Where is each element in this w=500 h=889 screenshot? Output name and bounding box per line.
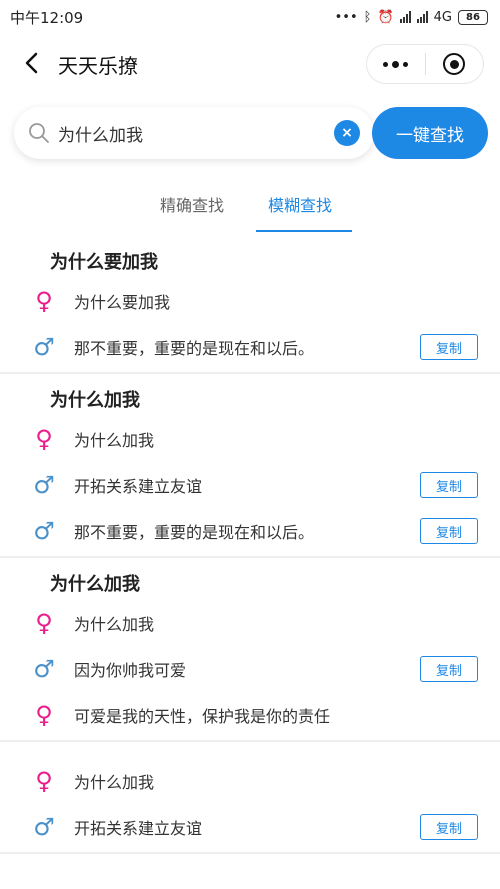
- copy-button[interactable]: 复制: [420, 334, 478, 360]
- tab-exact-search[interactable]: 精确查找: [160, 192, 224, 216]
- result-group: 为什么加我 ♀ 为什么加我 ♂ 因为你帅我可爱 复制 ♀ 可爱是我的天性，保护我…: [0, 558, 500, 742]
- male-icon: ♂: [33, 655, 55, 683]
- active-tab-indicator: [256, 230, 352, 232]
- status-bar: 中午12:09 ••• ᛒ ⏰ 4G 86: [0, 0, 500, 34]
- copy-button[interactable]: 复制: [420, 472, 478, 498]
- more-dots-icon: [383, 60, 409, 68]
- back-arrow-icon[interactable]: [18, 50, 44, 76]
- dialog-line: ♂ 那不重要，重要的是现在和以后。 复制: [0, 324, 500, 370]
- tab-fuzzy-search[interactable]: 模糊查找: [268, 192, 332, 216]
- alarm-icon: ⏰: [377, 9, 394, 25]
- result-group-title: 为什么要加我: [50, 252, 158, 273]
- battery-icon: 86: [458, 9, 488, 25]
- dialog-line: ♂ 开拓关系建立友谊 复制: [0, 804, 500, 850]
- page-title: 天天乐撩: [58, 54, 138, 78]
- female-icon: ♀: [35, 701, 53, 729]
- dialog-line: ♀ 为什么加我: [0, 758, 500, 804]
- search-icon: [29, 123, 49, 143]
- more-menu-button[interactable]: [367, 45, 425, 83]
- status-time: 中午12:09: [10, 8, 84, 27]
- female-icon: ♀: [35, 425, 53, 453]
- dialog-line-text: 可爱是我的天性，保护我是你的责任: [74, 707, 331, 726]
- dialog-line: ♂ 因为你帅我可爱 复制: [0, 646, 500, 692]
- nav-bar: 天天乐撩: [0, 34, 500, 94]
- copy-button[interactable]: 复制: [420, 518, 478, 544]
- dialog-line-text: 开拓关系建立友谊: [74, 819, 203, 838]
- result-group: ♀ 为什么加我 ♂ 开拓关系建立友谊 复制: [0, 742, 500, 854]
- female-icon: ♀: [35, 609, 53, 637]
- dialog-line: ♀ 为什么加我: [0, 600, 500, 646]
- clear-icon[interactable]: ×: [334, 120, 360, 146]
- dialog-line: ♂ 那不重要，重要的是现在和以后。 复制: [0, 508, 500, 554]
- signal-icon-2: [416, 11, 428, 23]
- result-group-title: 为什么加我: [50, 574, 140, 595]
- dialog-line: ♀ 可爱是我的天性，保护我是你的责任: [0, 692, 500, 738]
- female-icon: ♀: [35, 287, 53, 315]
- male-icon: ♂: [33, 517, 55, 545]
- battery-level: 86: [466, 11, 480, 23]
- search-mode-tabs: 精确查找 模糊查找: [0, 180, 500, 234]
- bluetooth-icon: ᛒ: [363, 9, 372, 25]
- dialog-line-text: 为什么要加我: [74, 293, 171, 312]
- male-icon: ♂: [33, 813, 55, 841]
- dialog-line-text: 因为你帅我可爱: [74, 661, 187, 680]
- male-icon: ♂: [33, 333, 55, 361]
- close-mini-program-button[interactable]: [426, 45, 484, 83]
- copy-button[interactable]: 复制: [420, 814, 478, 840]
- result-group: 为什么加我 ♀ 为什么加我 ♂ 开拓关系建立友谊 复制 ♂ 那不重要，重要的是现…: [0, 374, 500, 558]
- status-icons: ••• ᛒ ⏰ 4G 86: [334, 9, 488, 25]
- search-button[interactable]: 一键查找: [372, 107, 488, 159]
- dialog-line-text: 为什么加我: [74, 615, 155, 634]
- dialog-line-text: 那不重要，重要的是现在和以后。: [74, 339, 315, 358]
- result-group-title: 为什么加我: [50, 390, 140, 411]
- mini-program-capsule: [366, 44, 484, 84]
- dialog-line-text: 为什么加我: [74, 773, 155, 792]
- copy-button[interactable]: 复制: [420, 656, 478, 682]
- search-box: ×: [14, 107, 374, 159]
- dialog-line: ♀ 为什么加我: [0, 416, 500, 462]
- target-icon: [443, 53, 466, 75]
- search-row: × 一键查找: [14, 107, 488, 159]
- dialog-line-text: 开拓关系建立友谊: [74, 477, 203, 496]
- dialog-line-text: 那不重要，重要的是现在和以后。: [74, 523, 315, 542]
- dialog-line: ♂ 开拓关系建立友谊 复制: [0, 462, 500, 508]
- male-icon: ♂: [33, 471, 55, 499]
- network-type: 4G: [433, 9, 452, 25]
- search-input[interactable]: [58, 123, 318, 143]
- signal-icon: [399, 11, 411, 23]
- result-group: 为什么要加我 ♀ 为什么要加我 ♂ 那不重要，重要的是现在和以后。 复制: [0, 236, 500, 374]
- results-list: 为什么要加我 ♀ 为什么要加我 ♂ 那不重要，重要的是现在和以后。 复制 为什么…: [0, 236, 500, 854]
- dialog-line: ♀ 为什么要加我: [0, 278, 500, 324]
- more-dots-icon: •••: [334, 9, 358, 25]
- female-icon: ♀: [35, 767, 53, 795]
- dialog-line-text: 为什么加我: [74, 431, 155, 450]
